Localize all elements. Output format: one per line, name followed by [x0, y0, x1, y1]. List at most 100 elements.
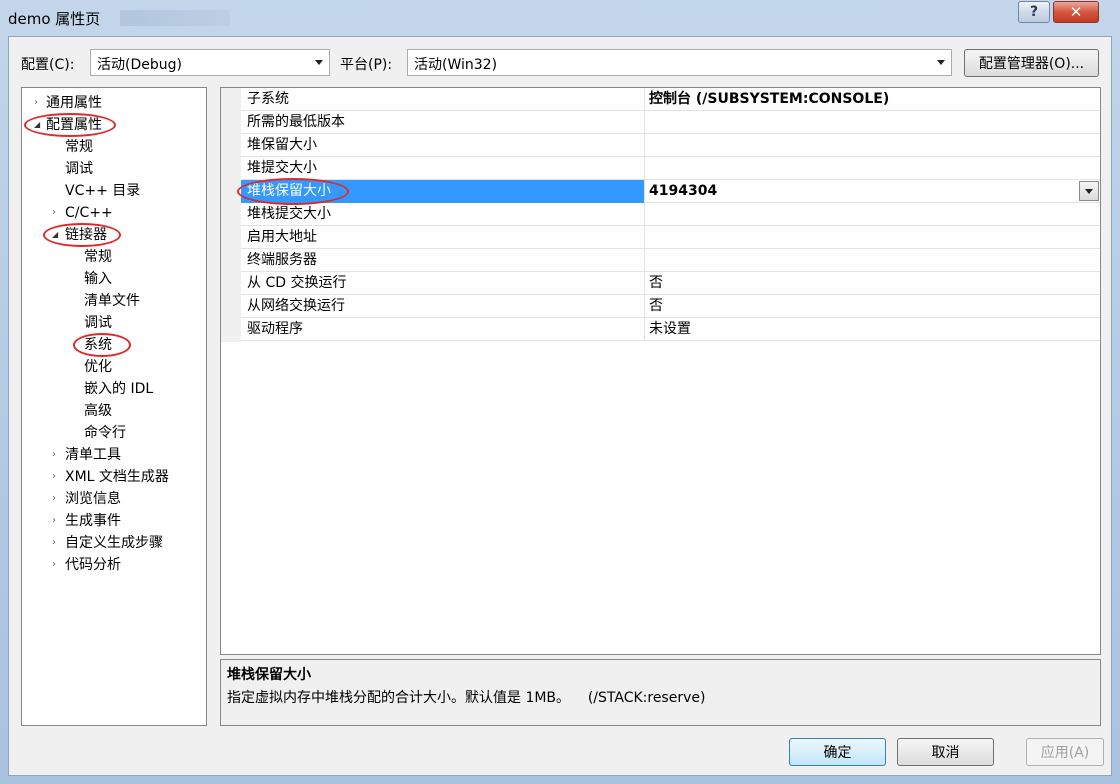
tree-item-label: 清单工具	[65, 447, 121, 463]
tree-item[interactable]: 优化	[22, 356, 206, 378]
tree-item-label: 调试	[84, 315, 112, 331]
property-value[interactable]: 控制台 (/SUBSYSTEM:CONSOLE)	[646, 88, 1100, 111]
chevron-down-icon	[1085, 189, 1093, 194]
tree-item[interactable]: › 通用属性	[22, 92, 206, 114]
property-name: 子系统	[241, 88, 645, 111]
property-grid[interactable]: 子系统 控制台 (/SUBSYSTEM:CONSOLE) 所需的最低版本 堆保留大小堆…	[220, 87, 1101, 655]
tree-item-label: 通用属性	[46, 95, 102, 111]
property-value[interactable]: 未设置	[646, 318, 1100, 341]
property-row[interactable]: 启用大地址	[241, 226, 1100, 249]
tree-item-label: 代码分析	[65, 557, 121, 573]
tree-item-label: 清单文件	[84, 293, 140, 309]
property-row[interactable]: 终端服务器	[241, 249, 1100, 272]
tree-item[interactable]: 调试	[22, 312, 206, 334]
property-value[interactable]	[646, 134, 1100, 157]
property-row[interactable]: 堆栈提交大小	[241, 203, 1100, 226]
tree-item[interactable]: 高级	[22, 400, 206, 422]
tree-item[interactable]: › XML 文档生成器	[22, 466, 206, 488]
tree-item[interactable]: 系统	[22, 334, 206, 356]
settings-tree[interactable]: › 通用属性 ◢ 配置属性 常规 调试 VC++ 目录 › C/C++ ◢ 链接器 常规 输入 清单文件调…	[21, 87, 207, 726]
collapsed-arrow-icon[interactable]: ›	[52, 466, 56, 488]
property-row[interactable]: 堆栈保留大小 4194304	[237, 178, 1100, 205]
tree-item-label: 优化	[84, 359, 112, 375]
apply-button[interactable]: 应用(A)	[1026, 738, 1104, 766]
tree-item[interactable]: VC++ 目录	[22, 180, 206, 202]
close-button[interactable]: ✕	[1053, 1, 1099, 23]
tree-item-label: VC++ 目录	[65, 183, 141, 199]
platform-dropdown[interactable]: 活动(Win32)	[407, 49, 952, 76]
tree-item[interactable]: › 自定义生成步骤	[22, 532, 206, 554]
collapsed-arrow-icon[interactable]: ›	[34, 92, 38, 114]
tree-item[interactable]: › 清单工具	[22, 444, 206, 466]
description-panel: 堆栈保留大小 指定虚拟内存中堆栈分配的合计大小。默认值是 1MB。 (/STAC…	[220, 659, 1101, 726]
tree-item[interactable]: › 代码分析	[22, 554, 206, 576]
property-row[interactable]: 从 CD 交换运行否	[241, 272, 1100, 295]
tree-item[interactable]: › C/C++	[22, 202, 206, 224]
collapsed-arrow-icon[interactable]: ›	[52, 202, 56, 224]
tree-item-label: 嵌入的 IDL	[84, 381, 154, 397]
property-row[interactable]: 驱动程序 未设置	[241, 318, 1100, 341]
tree-item-label: 自定义生成步骤	[65, 535, 163, 551]
property-name: 堆提交大小	[241, 157, 645, 180]
property-row[interactable]: 从网络交换运行否	[241, 295, 1100, 318]
collapsed-arrow-icon[interactable]: ›	[52, 532, 56, 554]
tree-item-label: 命令行	[84, 425, 126, 441]
property-value[interactable]	[646, 157, 1100, 180]
collapsed-arrow-icon[interactable]: ›	[52, 444, 56, 466]
property-row[interactable]: 所需的最低版本	[241, 111, 1100, 134]
property-value[interactable]	[646, 111, 1100, 134]
property-value[interactable]: 否	[646, 272, 1100, 295]
tree-item[interactable]: › 生成事件	[22, 510, 206, 532]
chevron-down-icon	[937, 60, 945, 65]
tree-item-label: 配置属性	[46, 117, 102, 133]
value-dropdown-button[interactable]	[1079, 181, 1099, 201]
tree-item-label: 链接器	[65, 227, 107, 243]
property-value[interactable]	[646, 203, 1100, 226]
tree-item-label: 调试	[65, 161, 93, 177]
tree-item[interactable]: ◢ 链接器	[22, 224, 206, 246]
cancel-button[interactable]: 取消	[897, 738, 994, 766]
tree-item-label: 浏览信息	[65, 491, 121, 507]
tree-item[interactable]: 调试	[22, 158, 206, 180]
tree-item[interactable]: 常规	[22, 246, 206, 268]
title-bar: demo 属性页 ? ✕	[0, 0, 1120, 34]
expanded-arrow-icon[interactable]: ◢	[34, 114, 40, 136]
tree-item[interactable]: 嵌入的 IDL	[22, 378, 206, 400]
collapsed-arrow-icon[interactable]: ›	[52, 488, 56, 510]
collapsed-arrow-icon[interactable]: ›	[52, 554, 56, 576]
property-name: 终端服务器	[241, 249, 645, 272]
property-name: 启用大地址	[241, 226, 645, 249]
property-value[interactable]	[646, 226, 1100, 249]
property-row[interactable]: 堆保留大小	[241, 134, 1100, 157]
property-value[interactable]: 4194304	[646, 180, 1100, 203]
property-row[interactable]: 子系统 控制台 (/SUBSYSTEM:CONSOLE)	[241, 88, 1100, 111]
config-toolbar: 配置(C): 活动(Debug) 平台(P): 活动(Win32) 配置管理器(…	[9, 49, 1111, 77]
property-value[interactable]	[646, 249, 1100, 272]
property-name: 堆栈保留大小	[241, 180, 645, 203]
property-row[interactable]: 堆提交大小	[241, 157, 1100, 180]
property-name: 驱动程序	[241, 318, 645, 341]
tree-item[interactable]: 常规	[22, 136, 206, 158]
tree-item[interactable]: › 浏览信息	[22, 488, 206, 510]
tree-item-label: 常规	[65, 139, 93, 155]
property-name: 堆栈提交大小	[241, 203, 645, 226]
tree-item[interactable]: 清单文件	[22, 290, 206, 312]
config-manager-button[interactable]: 配置管理器(O)...	[964, 49, 1099, 77]
config-dropdown[interactable]: 活动(Debug)	[90, 49, 330, 76]
tree-item-label: 系统	[84, 337, 112, 353]
property-name: 堆保留大小	[241, 134, 645, 157]
ok-button[interactable]: 确定	[789, 738, 886, 766]
tree-item[interactable]: 输入	[22, 268, 206, 290]
help-button[interactable]: ?	[1018, 1, 1050, 23]
background-window-ghost	[120, 10, 230, 26]
dialog-client: 配置(C): 活动(Debug) 平台(P): 活动(Win32) 配置管理器(…	[8, 36, 1112, 776]
tree-item[interactable]: 命令行	[22, 422, 206, 444]
property-name: 从网络交换运行	[241, 295, 645, 318]
collapsed-arrow-icon[interactable]: ›	[52, 510, 56, 532]
tree-item-label: C/C++	[65, 205, 113, 221]
chevron-down-icon	[315, 60, 323, 65]
property-value[interactable]: 否	[646, 295, 1100, 318]
tree-item-label: 输入	[84, 271, 112, 287]
expanded-arrow-icon[interactable]: ◢	[52, 224, 58, 246]
tree-item[interactable]: ◢ 配置属性	[22, 114, 206, 136]
